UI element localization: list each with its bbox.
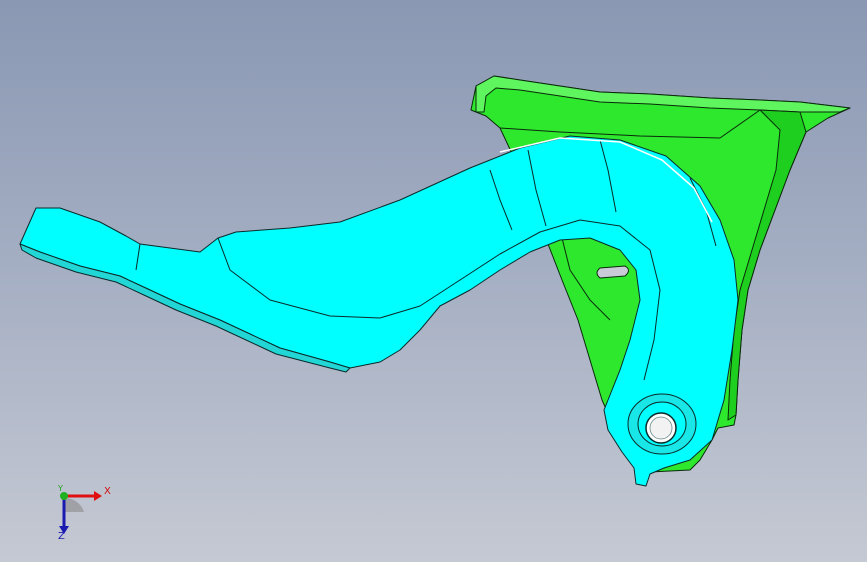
y-axis-label: Y	[58, 484, 63, 493]
x-axis-arrow	[94, 491, 102, 501]
pivot-hole-rim	[649, 416, 673, 440]
x-axis-label: X	[104, 486, 111, 497]
axis-triad: X Y Z	[44, 482, 114, 546]
triad-shadow	[64, 497, 84, 512]
graphics-viewport[interactable]: X Y Z	[0, 0, 867, 562]
bracket-slot	[596, 265, 629, 279]
z-axis-label: Z	[58, 531, 65, 542]
cad-model[interactable]	[0, 0, 867, 562]
